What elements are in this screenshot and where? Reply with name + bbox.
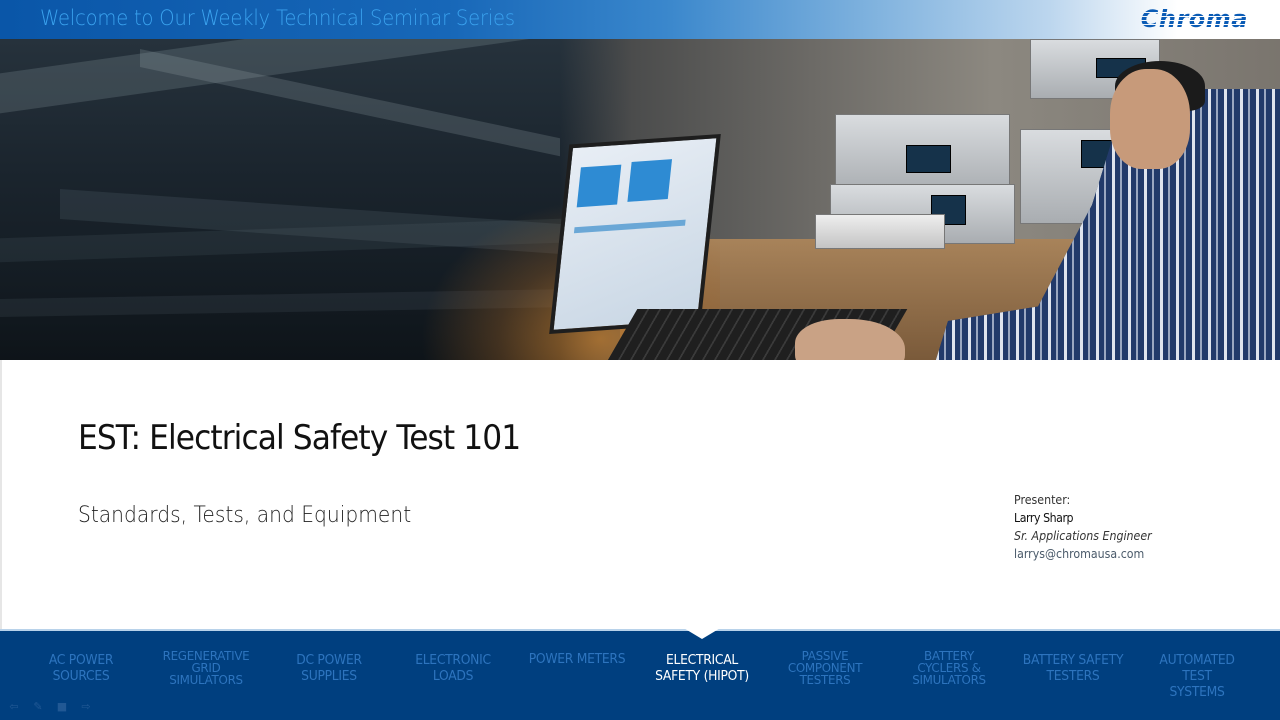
presenter-name: Larry Sharp bbox=[1014, 511, 1074, 525]
nav-electronic-loads[interactable]: ELECTRONIC LOADS bbox=[415, 653, 491, 685]
slide-subtitle: Standards, Tests, and Equipment bbox=[78, 503, 412, 528]
hero-image bbox=[0, 39, 1280, 360]
back-arrow-icon[interactable]: ⇦ bbox=[8, 701, 20, 712]
instrument-fixture bbox=[815, 214, 945, 249]
nav-power-meters[interactable]: POWER METERS bbox=[529, 653, 626, 666]
series-title: Welcome to Our Weekly Technical Seminar … bbox=[40, 6, 515, 30]
presenter-role: Sr. Applications Engineer bbox=[1014, 529, 1152, 543]
player-controls: ⇦ ✎ ■ ⇨ bbox=[8, 700, 92, 714]
laptop-screen bbox=[549, 133, 721, 335]
pen-icon[interactable]: ✎ bbox=[32, 701, 44, 712]
nav-passive-component-testers[interactable]: PASSIVE COMPONENT TESTERS bbox=[788, 649, 863, 686]
presenter-email[interactable]: larrys@chromausa.com bbox=[1014, 545, 1152, 563]
instrument-power-supply bbox=[835, 114, 1010, 194]
active-nav-pointer bbox=[682, 627, 722, 639]
presenter-info: Presenter: Larry Sharp Sr. Applications … bbox=[1014, 491, 1164, 563]
nav-regenerative-grid-simulators[interactable]: REGENERATIVE GRID SIMULATORS bbox=[163, 649, 250, 686]
slide-title: EST: Electrical Safety Test 101 bbox=[78, 418, 521, 458]
slide-edge bbox=[0, 360, 2, 629]
decorative-stripe bbox=[140, 49, 560, 157]
presenter-label: Presenter: bbox=[1014, 493, 1071, 507]
nav-dc-power-supplies[interactable]: DC POWER SUPPLIES bbox=[296, 653, 362, 685]
forward-arrow-icon[interactable]: ⇨ bbox=[80, 701, 92, 712]
nav-ac-power-sources[interactable]: AC POWER SOURCES bbox=[49, 653, 114, 685]
screen-icon[interactable]: ■ bbox=[56, 701, 68, 712]
engineer-head bbox=[1110, 69, 1190, 169]
nav-electrical-safety-hipot[interactable]: ELECTRICAL SAFETY (HIPOT) bbox=[655, 653, 749, 685]
chroma-logo: Chroma bbox=[1140, 5, 1248, 33]
nav-automated-test-systems[interactable]: AUTOMATED TEST SYSTEMS bbox=[1158, 653, 1237, 701]
nav-battery-cyclers-simulators[interactable]: BATTERY CYCLERS & SIMULATORS bbox=[912, 649, 986, 686]
nav-battery-safety-testers[interactable]: BATTERY SAFETY TESTERS bbox=[1023, 653, 1124, 685]
header-bar: Welcome to Our Weekly Technical Seminar … bbox=[0, 0, 1280, 39]
